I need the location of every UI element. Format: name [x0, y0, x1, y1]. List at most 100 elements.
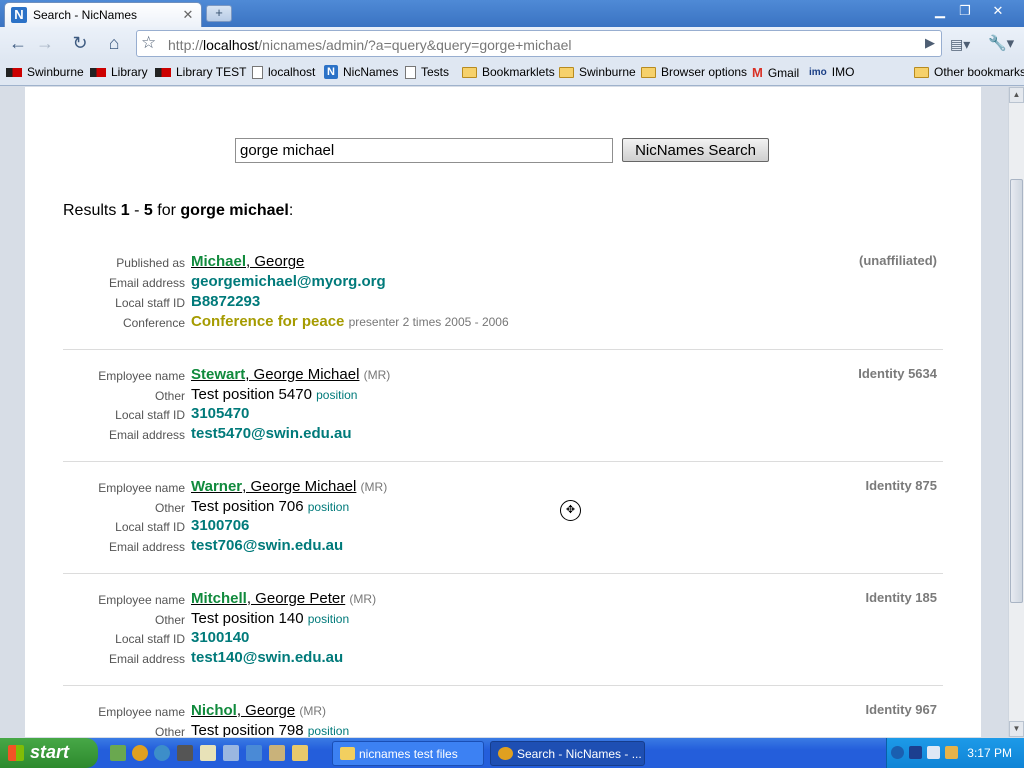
email-value: test140@swin.edu.au	[191, 649, 344, 666]
page-scrollbar[interactable]: ▲ ▼	[1008, 87, 1024, 737]
page-viewport: NicNames Search Results 1 - 5 for gorge …	[0, 87, 1008, 737]
email-value: georgemichael@myorg.org	[191, 273, 386, 290]
taskbar-item-explorer[interactable]: nicnames test files	[332, 741, 484, 766]
scroll-down-arrow-icon[interactable]: ▼	[1009, 721, 1024, 737]
bookmark-library[interactable]: Library	[90, 65, 148, 79]
forward-arrow-icon[interactable]: →	[32, 31, 58, 57]
field-label: Other	[154, 613, 185, 627]
quicklaunch-app-icon[interactable]	[177, 745, 193, 761]
taskbar-item-browser[interactable]: Search - NicNames - ...	[490, 741, 645, 766]
identity-label: Identity 185	[865, 590, 937, 605]
bookmark-folder-swinburne[interactable]: Swinburne	[559, 65, 636, 79]
go-arrow-icon[interactable]: ▶	[925, 35, 935, 51]
staff-id-value: 3100706	[191, 517, 250, 534]
window-close-button[interactable]: ✕	[986, 2, 1010, 20]
result-item: Employee name Warner, George Michael (MR…	[63, 478, 943, 574]
field-label: Other	[154, 389, 185, 403]
tray-collapse-icon[interactable]	[891, 746, 904, 759]
bookmark-folder-browser-options[interactable]: Browser options	[641, 65, 747, 79]
browser-tab-active[interactable]: N Search - NicNames ✕	[4, 2, 202, 27]
result-name-link[interactable]: Warner, George Michael	[191, 478, 356, 495]
result-other-row: Other Test position 798 position	[63, 722, 943, 737]
tray-app-icon[interactable]	[945, 746, 958, 759]
result-other-row: Other Test position 706 position	[63, 498, 943, 518]
result-name-link[interactable]: Michael, George	[191, 253, 304, 270]
network-icon[interactable]	[927, 746, 940, 759]
scrollbar-thumb[interactable]	[1010, 179, 1023, 603]
identity-label: Identity 875	[865, 478, 937, 493]
result-name-row: Employee name Stewart, George Michael (M…	[63, 366, 943, 386]
tray-app-icon[interactable]	[909, 746, 922, 759]
bookmark-gmail[interactable]: M Gmail	[752, 65, 799, 80]
result-staff-id-row: Local staff ID 3100140	[63, 629, 943, 649]
result-email-row: Email address test140@swin.edu.au	[63, 649, 943, 669]
field-label: Local staff ID	[115, 408, 185, 422]
browser-toolbar: ← → ↻ ⌂ ☆ http://localhost/nicnames/admi…	[0, 27, 1024, 60]
gmail-icon: M	[752, 65, 763, 80]
results-summary: Results 1 - 5 for gorge michael:	[63, 202, 294, 219]
nicnames-icon: N	[324, 65, 338, 79]
result-name-link[interactable]: Stewart, George Michael	[191, 366, 359, 383]
bookmark-imo[interactable]: imo IMO	[809, 65, 854, 79]
field-label: Email address	[108, 428, 185, 442]
swinburne-logo-icon	[155, 67, 171, 77]
calculator-icon[interactable]	[223, 745, 239, 761]
result-other-row: Other Test position 140 position	[63, 610, 943, 630]
result-email-row: Email address test5470@swin.edu.au	[63, 425, 943, 445]
page-menu-icon[interactable]: ▤▾	[950, 36, 970, 53]
back-arrow-icon[interactable]: ←	[5, 31, 31, 57]
position-value: Test position 5470 position	[191, 386, 358, 403]
wrench-menu-icon[interactable]: 🔧▾	[988, 34, 1014, 52]
bookmark-swinburne[interactable]: Swinburne	[6, 65, 84, 79]
bookmarks-bar: Swinburne Library Library TEST localhost…	[0, 60, 1024, 86]
bookmark-folder-bookmarklets[interactable]: Bookmarklets	[462, 65, 555, 79]
result-name-link[interactable]: Mitchell, George Peter	[191, 590, 345, 607]
result-conference-row: Conference Conference for peace presente…	[63, 313, 943, 333]
window-minimize-button[interactable]: ▁	[928, 2, 952, 20]
window-restore-button[interactable]: ❐	[953, 2, 977, 20]
bookmark-localhost[interactable]: localhost	[252, 65, 315, 79]
system-tray: 3:17 PM	[886, 738, 1024, 768]
address-bar[interactable]: ☆ http://localhost/nicnames/admin/?a=que…	[136, 30, 942, 57]
search-input[interactable]	[235, 138, 613, 163]
result-name-link[interactable]: Nichol, George	[191, 702, 295, 719]
field-label: Published as	[116, 256, 185, 270]
reload-icon[interactable]: ↻	[67, 31, 93, 57]
browser-titlebar: N Search - NicNames ✕ + ▁ ❐ ✕	[0, 0, 1024, 27]
folder-icon[interactable]	[292, 745, 308, 761]
address-bar-url[interactable]: http://localhost/nicnames/admin/?a=query…	[168, 37, 572, 53]
bookmark-star-icon[interactable]: ☆	[141, 33, 156, 53]
result-item: Employee name Mitchell, George Peter (MR…	[63, 590, 943, 686]
notepad-icon[interactable]	[200, 745, 216, 761]
nicnames-favicon-icon: N	[11, 7, 27, 23]
home-icon[interactable]: ⌂	[101, 31, 127, 57]
tab-close-icon[interactable]: ✕	[181, 7, 195, 23]
quicklaunch-app-icon[interactable]	[269, 745, 285, 761]
result-email-row: Email address georgemichael@myorg.org	[63, 273, 943, 293]
result-name-row: Published as Michael, George (unaffiliat…	[63, 253, 943, 273]
globe-icon[interactable]	[154, 745, 170, 761]
staff-id-value: 3100140	[191, 629, 250, 646]
nicnames-search-button[interactable]: NicNames Search	[622, 138, 769, 162]
quicklaunch-app-icon[interactable]	[110, 745, 126, 761]
bookmark-nicnames[interactable]: N NicNames	[324, 65, 398, 79]
bookmark-folder-other-bookmarks[interactable]: Other bookmarks	[914, 65, 1024, 79]
result-item: Employee name Stewart, George Michael (M…	[63, 366, 943, 462]
page-icon	[252, 65, 263, 79]
page-icon	[405, 65, 416, 79]
chrome-icon	[498, 747, 513, 760]
start-button[interactable]: start	[0, 738, 98, 768]
scroll-up-arrow-icon[interactable]: ▲	[1009, 87, 1024, 103]
chrome-icon[interactable]	[132, 745, 148, 761]
new-tab-button[interactable]: +	[206, 5, 232, 22]
quicklaunch-app-icon[interactable]	[246, 745, 262, 761]
field-label: Email address	[108, 652, 185, 666]
result-staff-id-row: Local staff ID 3105470	[63, 405, 943, 425]
field-label: Local staff ID	[115, 520, 185, 534]
bookmark-library-test[interactable]: Library TEST	[155, 65, 246, 79]
field-label: Local staff ID	[115, 296, 185, 310]
result-other-row: Other Test position 5470 position	[63, 386, 943, 406]
bookmark-tests[interactable]: Tests	[405, 65, 449, 79]
result-name-row: Employee name Mitchell, George Peter (MR…	[63, 590, 943, 610]
field-label: Email address	[108, 540, 185, 554]
